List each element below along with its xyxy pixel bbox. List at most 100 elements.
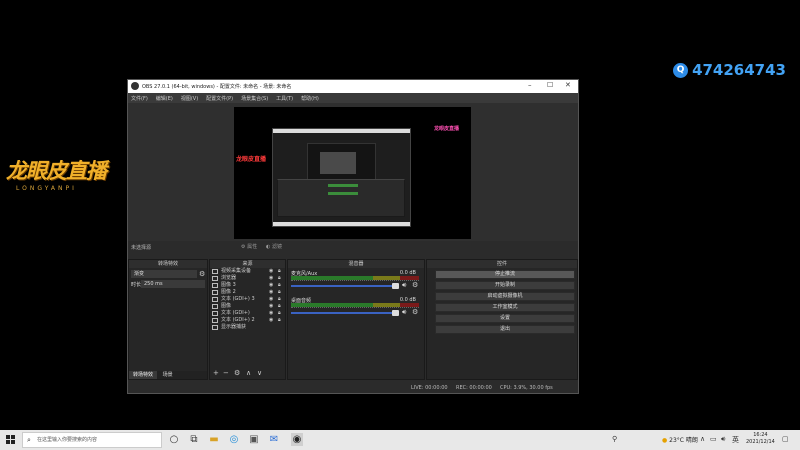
lock-icon[interactable]: 🔒︎ xyxy=(278,303,281,310)
menu-file[interactable]: 文件(F) xyxy=(131,95,148,102)
add-icon[interactable]: + xyxy=(213,369,219,377)
menu-tools[interactable]: 工具(T) xyxy=(276,95,293,102)
exit-button[interactable]: 退出 xyxy=(435,325,575,334)
network-icon[interactable]: ▭ xyxy=(710,435,717,443)
transitions-dock: 转场特效 渐变 ⚙ 时长 250 ms 转场特效 场景 xyxy=(128,259,208,380)
gear-icon[interactable]: ⚙ xyxy=(412,308,418,316)
gear-icon[interactable]: ⚙ xyxy=(412,281,418,289)
brand-logo-subtitle: LONGYANPI xyxy=(16,185,77,192)
eye-icon[interactable]: ◉ xyxy=(269,268,273,275)
chevron-up-icon[interactable]: ∧ xyxy=(700,435,705,443)
mail-icon[interactable]: ✉ xyxy=(268,433,280,446)
cpu-fps: CPU: 3.9%, 30.00 fps xyxy=(500,385,553,391)
filters-button[interactable]: ◐ 滤镜 xyxy=(266,243,282,250)
minimize-icon[interactable]: – xyxy=(528,81,532,89)
source-item[interactable]: 视频采集设备 ◉ 🔒︎ xyxy=(210,268,285,275)
duration-label: 时长 xyxy=(131,282,142,288)
properties-button[interactable]: ⚙ 属性 xyxy=(241,243,257,250)
lock-icon[interactable]: 🔒︎ xyxy=(278,296,281,303)
transition-gear-icon[interactable]: ⚙ xyxy=(199,270,205,278)
title-bar: OBS 27.0.1 (64-bit, windows) - 配置文件: 未命名… xyxy=(128,80,578,93)
menu-view[interactable]: 视图(V) xyxy=(181,95,198,102)
obs-taskbar-icon[interactable]: ◉ xyxy=(291,433,303,446)
start-recording-button[interactable]: 开始录制 xyxy=(435,281,575,290)
meter-scale xyxy=(291,280,419,284)
source-item[interactable]: 图像 ◉ 🔒︎ xyxy=(210,303,285,310)
volume-slider[interactable] xyxy=(291,285,398,287)
volume-slider[interactable] xyxy=(291,312,398,314)
duration-input[interactable]: 250 ms xyxy=(141,280,205,288)
source-item[interactable]: 显示器捕获 xyxy=(210,324,285,331)
file-explorer-icon[interactable]: ▬ xyxy=(208,433,220,446)
globe-icon xyxy=(212,276,218,281)
source-item[interactable]: 图像 2 ◉ 🔒︎ xyxy=(210,289,285,296)
text-icon xyxy=(212,311,218,316)
edge-icon[interactable]: ◎ xyxy=(228,433,240,446)
speaker-icon[interactable]: 🔊︎ xyxy=(402,281,406,290)
preview-overlay-text-pink: 龙眼皮直播 xyxy=(434,126,460,132)
mixer-channel: 桌面音频 0.0 dB 🔊︎ ⚙ xyxy=(288,297,424,322)
image-icon xyxy=(212,283,218,288)
monitor-icon xyxy=(212,325,218,330)
store-icon[interactable]: ▣ xyxy=(248,433,260,446)
taskbar-search-input[interactable]: ⌕ 在这里输入你要搜索的内容 xyxy=(22,432,162,448)
maximize-icon[interactable]: ☐ xyxy=(547,81,553,89)
eye-icon[interactable]: ◉ xyxy=(269,303,273,310)
weather-widget[interactable]: ● 23°C 晴朗 xyxy=(662,435,698,444)
studio-mode-button[interactable]: 工作室模式 xyxy=(435,303,575,312)
tab-scenes[interactable]: 场景 xyxy=(159,371,177,379)
menu-edit[interactable]: 编辑(E) xyxy=(156,95,173,102)
obs-logo-icon xyxy=(131,82,139,90)
menu-profile[interactable]: 配置文件(P) xyxy=(206,95,233,102)
eye-icon[interactable]: ◉ xyxy=(269,317,273,324)
preview-area: 龙眼皮直播 龙眼皮直播 xyxy=(128,103,578,241)
clock[interactable]: 16:24 2021/12/14 xyxy=(746,432,775,446)
transition-select[interactable]: 渐变 xyxy=(131,270,197,278)
lock-icon[interactable]: 🔒︎ xyxy=(278,310,281,317)
eye-icon[interactable]: ◉ xyxy=(269,289,273,296)
eye-icon[interactable]: ◉ xyxy=(269,275,273,282)
eye-icon[interactable]: ◉ xyxy=(269,296,273,303)
source-item[interactable]: 图像 3 ◉ 🔒︎ xyxy=(210,282,285,289)
volume-slider-handle[interactable] xyxy=(392,283,399,289)
lock-icon[interactable]: 🔒︎ xyxy=(278,268,281,275)
cortana-icon[interactable]: ○ xyxy=(168,433,180,446)
menu-scene-collection[interactable]: 场景集合(S) xyxy=(241,95,268,102)
menu-help[interactable]: 帮助(H) xyxy=(301,95,319,102)
lock-icon[interactable]: 🔒︎ xyxy=(278,282,281,289)
source-toolbar: 未选择源 ⚙ 属性 ◐ 滤镜 xyxy=(128,241,578,252)
source-item[interactable]: 文本 (GDI+) 3 ◉ 🔒︎ xyxy=(210,296,285,303)
volume-icon[interactable]: 🔊︎ xyxy=(721,435,725,444)
move-up-icon[interactable]: ∧ xyxy=(246,369,251,377)
source-item[interactable]: 文本 (GDI+) ◉ 🔒︎ xyxy=(210,310,285,317)
lock-icon[interactable]: 🔒︎ xyxy=(278,317,281,324)
tab-transitions[interactable]: 转场特效 xyxy=(129,371,158,379)
stop-streaming-button[interactable]: 停止推流 xyxy=(435,270,575,279)
close-icon[interactable]: ✕ xyxy=(565,81,571,89)
volume-slider-handle[interactable] xyxy=(392,310,399,316)
source-item[interactable]: 文本 (GDI+) 2 ◉ 🔒︎ xyxy=(210,317,285,324)
remove-icon[interactable]: − xyxy=(223,369,229,377)
preview-canvas[interactable]: 龙眼皮直播 龙眼皮直播 xyxy=(234,107,471,239)
lock-icon[interactable]: 🔒︎ xyxy=(278,289,281,296)
ime-icon[interactable]: 英 xyxy=(732,435,739,445)
start-virtual-camera-button[interactable]: 启动虚拟摄像机 xyxy=(435,292,575,301)
task-view-icon[interactable]: ⧉ xyxy=(188,433,200,446)
window-title: OBS 27.0.1 (64-bit, windows) - 配置文件: 未命名… xyxy=(142,84,292,90)
person-icon[interactable]: ⚲ xyxy=(612,435,617,443)
source-item[interactable]: 浏览器 ◉ 🔒︎ xyxy=(210,275,285,282)
sources-footer: + − ⚙ ∧ ∨ xyxy=(210,369,285,379)
text-icon xyxy=(212,297,218,302)
audio-mixer-dock: 混音器 麦克风/Aux 0.0 dB 🔊︎ ⚙ 桌面音频 0.0 dB 🔊︎ ⚙ xyxy=(287,259,425,380)
move-down-icon[interactable]: ∨ xyxy=(257,369,262,377)
lock-icon[interactable]: 🔒︎ xyxy=(278,275,281,282)
notification-icon[interactable]: ▢ xyxy=(782,435,789,443)
settings-button[interactable]: 设置 xyxy=(435,314,575,323)
eye-icon[interactable]: ◉ xyxy=(269,310,273,317)
controls-header: 控件 xyxy=(427,260,577,268)
windows-start-icon[interactable] xyxy=(6,435,16,445)
qq-badge: Q 474264743 xyxy=(673,60,786,80)
speaker-icon[interactable]: 🔊︎ xyxy=(402,308,406,317)
eye-icon[interactable]: ◉ xyxy=(269,282,273,289)
gear-icon[interactable]: ⚙ xyxy=(234,369,240,377)
